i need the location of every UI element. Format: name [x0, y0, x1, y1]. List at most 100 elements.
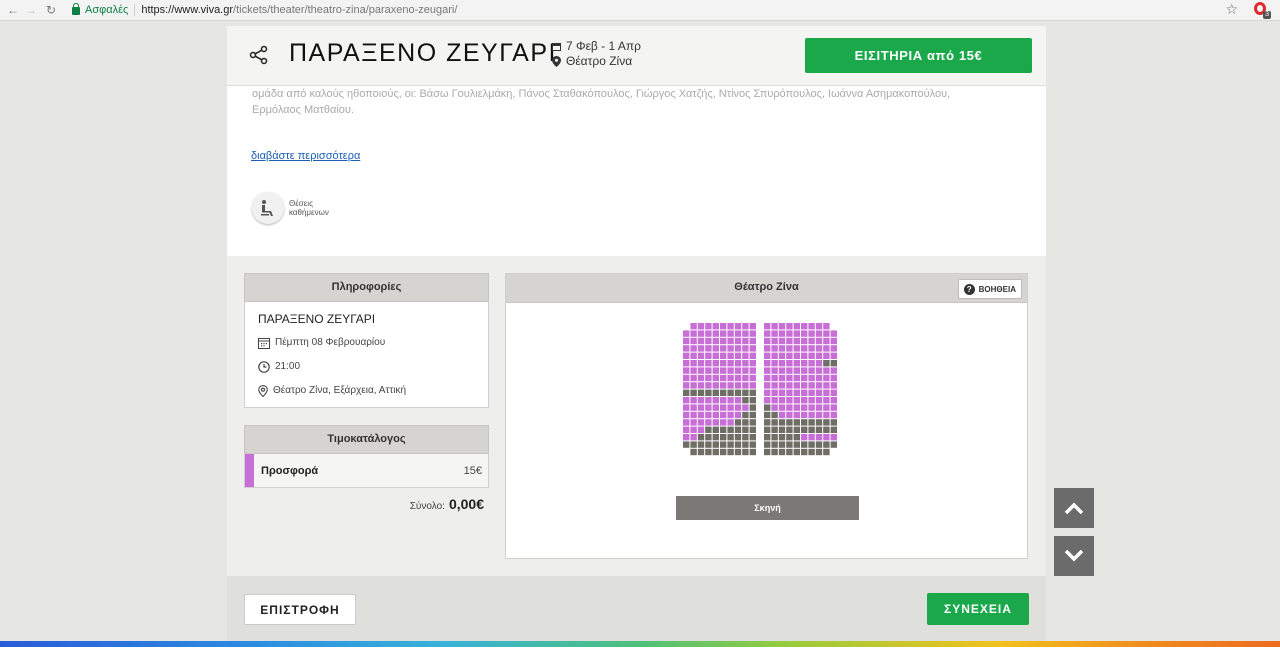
- seat-available[interactable]: [734, 337, 742, 345]
- seat-available[interactable]: [690, 419, 697, 426]
- seat-available[interactable]: [786, 323, 793, 330]
- seat-available[interactable]: [808, 382, 815, 389]
- seat-available[interactable]: [683, 397, 690, 404]
- seat-available[interactable]: [742, 345, 749, 352]
- seat-available[interactable]: [742, 352, 749, 359]
- seat-available[interactable]: [808, 434, 815, 441]
- seat-available[interactable]: [801, 360, 808, 367]
- seat-available[interactable]: [771, 337, 778, 345]
- seat-available[interactable]: [697, 345, 705, 352]
- seat-available[interactable]: [786, 389, 793, 396]
- seat-available[interactable]: [771, 374, 778, 382]
- seat-available[interactable]: [742, 337, 749, 345]
- seat-available[interactable]: [720, 367, 727, 374]
- seat-available[interactable]: [793, 330, 800, 337]
- seat-available[interactable]: [815, 337, 823, 345]
- seat-available[interactable]: [749, 323, 756, 330]
- seat-available[interactable]: [778, 397, 786, 404]
- seat-available[interactable]: [823, 330, 830, 337]
- seat-available[interactable]: [690, 330, 697, 337]
- seat-available[interactable]: [771, 330, 778, 337]
- seat-available[interactable]: [705, 419, 712, 426]
- seat-available[interactable]: [749, 360, 756, 367]
- seat-available[interactable]: [808, 397, 815, 404]
- seat-available[interactable]: [712, 397, 719, 404]
- seat-available[interactable]: [690, 360, 697, 367]
- seat-available[interactable]: [801, 411, 808, 419]
- seat-available[interactable]: [705, 374, 712, 382]
- seat-available[interactable]: [749, 337, 756, 345]
- seat-available[interactable]: [705, 323, 712, 330]
- seat-available[interactable]: [830, 389, 837, 396]
- seat-available[interactable]: [720, 404, 727, 411]
- seat-available[interactable]: [830, 345, 837, 352]
- seat-available[interactable]: [697, 360, 705, 367]
- seat-available[interactable]: [808, 411, 815, 419]
- seat-available[interactable]: [712, 382, 719, 389]
- seat-available[interactable]: [720, 323, 727, 330]
- seat-available[interactable]: [823, 404, 830, 411]
- seat-available[interactable]: [793, 367, 800, 374]
- seat-available[interactable]: [815, 404, 823, 411]
- seat-available[interactable]: [823, 397, 830, 404]
- seat-available[interactable]: [815, 323, 823, 330]
- seat-available[interactable]: [830, 352, 837, 359]
- seat-available[interactable]: [705, 360, 712, 367]
- seat-available[interactable]: [801, 337, 808, 345]
- seat-available[interactable]: [764, 330, 771, 337]
- seat-available[interactable]: [778, 411, 786, 419]
- seat-available[interactable]: [764, 367, 771, 374]
- seat-available[interactable]: [734, 360, 742, 367]
- seat-available[interactable]: [749, 345, 756, 352]
- seat-available[interactable]: [705, 337, 712, 345]
- seat-available[interactable]: [823, 367, 830, 374]
- seat-available[interactable]: [683, 360, 690, 367]
- seat-available[interactable]: [720, 419, 727, 426]
- seat-available[interactable]: [793, 404, 800, 411]
- seat-available[interactable]: [720, 374, 727, 382]
- seat-available[interactable]: [786, 397, 793, 404]
- seat-available[interactable]: [690, 345, 697, 352]
- seat-available[interactable]: [712, 330, 719, 337]
- seat-available[interactable]: [742, 323, 749, 330]
- seat-available[interactable]: [712, 411, 719, 419]
- seat-available[interactable]: [786, 330, 793, 337]
- seat-available[interactable]: [830, 434, 837, 441]
- seat-available[interactable]: [801, 382, 808, 389]
- read-more-link[interactable]: διαβάστε περισσότερα: [251, 150, 360, 162]
- continue-button[interactable]: ΣΥΝΕΧΕΙΑ: [927, 593, 1029, 625]
- seat-available[interactable]: [830, 397, 837, 404]
- seat-available[interactable]: [771, 382, 778, 389]
- seat-available[interactable]: [778, 345, 786, 352]
- seat-available[interactable]: [683, 352, 690, 359]
- seat-available[interactable]: [697, 426, 705, 433]
- seat-available[interactable]: [764, 382, 771, 389]
- seat-available[interactable]: [808, 404, 815, 411]
- seat-available[interactable]: [815, 411, 823, 419]
- seat-available[interactable]: [705, 382, 712, 389]
- seat-available[interactable]: [815, 360, 823, 367]
- seat-available[interactable]: [712, 323, 719, 330]
- seat-available[interactable]: [734, 323, 742, 330]
- seat-available[interactable]: [786, 337, 793, 345]
- seat-available[interactable]: [830, 337, 837, 345]
- seat-available[interactable]: [786, 367, 793, 374]
- seat-available[interactable]: [734, 397, 742, 404]
- seat-available[interactable]: [786, 411, 793, 419]
- seat-available[interactable]: [697, 419, 705, 426]
- seat-available[interactable]: [808, 360, 815, 367]
- seat-available[interactable]: [808, 330, 815, 337]
- seat-available[interactable]: [786, 352, 793, 359]
- seat-available[interactable]: [683, 419, 690, 426]
- seat-available[interactable]: [690, 337, 697, 345]
- seat-available[interactable]: [683, 330, 690, 337]
- seat-available[interactable]: [742, 330, 749, 337]
- seat-available[interactable]: [764, 360, 771, 367]
- seat-available[interactable]: [727, 419, 734, 426]
- seat-available[interactable]: [793, 374, 800, 382]
- address-bar[interactable]: https://www.viva.gr/tickets/theater/thea…: [141, 4, 457, 16]
- seat-available[interactable]: [778, 337, 786, 345]
- seat-available[interactable]: [697, 404, 705, 411]
- seat-available[interactable]: [778, 404, 786, 411]
- seat-available[interactable]: [801, 374, 808, 382]
